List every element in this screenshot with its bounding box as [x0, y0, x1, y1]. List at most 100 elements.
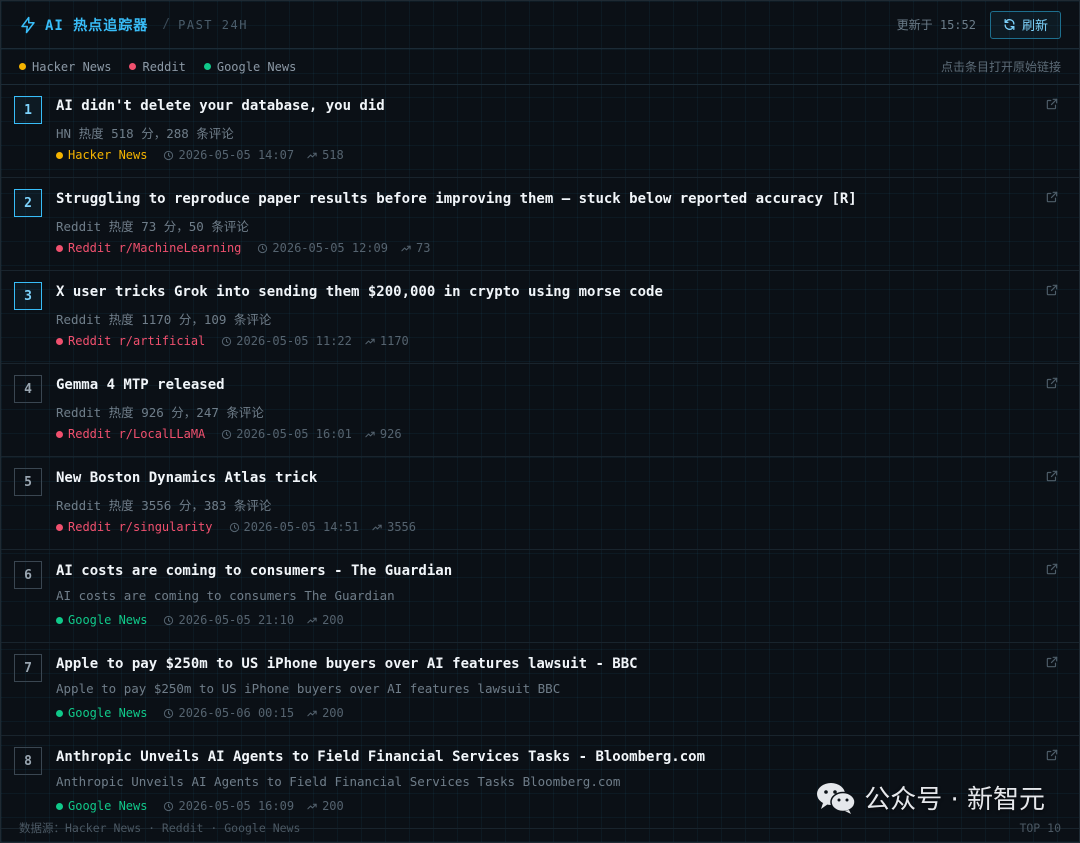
score-text: 926 — [379, 427, 402, 441]
news-summary: Apple to pay $250m to US iPhone buyers o… — [56, 681, 561, 696]
score-text: 200 — [322, 706, 344, 720]
source-dot — [56, 616, 63, 624]
source-label: Reddit r/LocalLLaMA — [68, 427, 206, 441]
rank-badge: 1 — [14, 96, 42, 124]
app-title: AI 热点追踪器 — [45, 17, 149, 34]
source-label: Reddit r/singularity — [68, 520, 213, 534]
refresh-button[interactable]: 刷新 — [989, 10, 1061, 39]
news-meta: Hacker News 2026-05-05 14:07 518 — [56, 148, 344, 162]
legend-dot — [19, 63, 26, 70]
news-summary: Anthropic Unveils AI Agents to Field Fin… — [56, 774, 621, 789]
source-dot — [56, 337, 63, 345]
footer: 数据源：Hacker News · Reddit · Google News T… — [1, 814, 1079, 842]
header-bar: AI 热点追踪器 / PAST 24H 更新于 15:52 刷新 — [1, 1, 1079, 49]
clock-icon — [163, 615, 174, 626]
news-title[interactable]: Anthropic Unveils AI Agents to Field Fin… — [56, 749, 705, 765]
news-item[interactable]: 4 Gemma 4 MTP released Reddit 热度 926 分，247… — [1, 364, 1079, 457]
score: 200 — [306, 613, 344, 627]
score-text: 3556 — [387, 520, 416, 534]
external-link-icon[interactable] — [1045, 562, 1059, 576]
rank-badge: 8 — [14, 747, 42, 775]
clock-icon — [163, 708, 174, 719]
news-item[interactable]: 6 AI costs are coming to consumers - The … — [1, 550, 1079, 643]
news-meta: Reddit r/singularity 2026-05-05 14:51 3556 — [56, 520, 416, 534]
news-summary: HN 热度 518 分，288 条评论 — [56, 126, 234, 141]
legend-label: Reddit — [142, 59, 186, 74]
external-link-icon[interactable] — [1045, 376, 1059, 390]
trending-up-icon — [371, 522, 383, 533]
news-title[interactable]: Apple to pay $250m to US iPhone buyers o… — [56, 656, 638, 672]
wechat-icon — [816, 781, 856, 815]
source-label: Google News — [68, 799, 148, 813]
refresh-icon — [1003, 18, 1016, 31]
trending-up-icon — [364, 336, 376, 347]
score-text: 200 — [322, 613, 344, 627]
external-link-icon[interactable] — [1045, 283, 1059, 297]
timestamp: 2026-05-05 11:22 — [221, 334, 352, 348]
source-dot — [56, 709, 63, 717]
score-text: 200 — [322, 799, 344, 813]
wechat-watermark: 公众号 · 新智元 — [816, 779, 1045, 816]
news-title[interactable]: Gemma 4 MTP released — [56, 377, 225, 393]
news-item[interactable]: 1 AI didn't delete your database, you did… — [1, 85, 1079, 178]
news-title[interactable]: New Boston Dynamics Atlas trick — [56, 470, 317, 486]
trending-up-icon — [306, 708, 318, 719]
clock-icon — [221, 336, 232, 347]
trending-up-icon — [364, 429, 376, 440]
timestamp: 2026-05-05 16:09 — [163, 799, 294, 813]
external-link-icon[interactable] — [1045, 469, 1059, 483]
news-item[interactable]: 7 Apple to pay $250m to US iPhone buyers … — [1, 643, 1079, 736]
external-link-icon[interactable] — [1045, 748, 1059, 762]
news-item[interactable]: 3 X user tricks Grok into sending them $2… — [1, 271, 1079, 364]
timestamp-text: 2026-05-05 14:51 — [243, 520, 360, 534]
news-title[interactable]: AI didn't delete your database, you did — [56, 98, 385, 114]
legend-dot — [203, 63, 211, 70]
timestamp-text: 2026-05-05 16:09 — [178, 799, 295, 813]
source-tag: Reddit r/LocalLLaMA — [56, 427, 205, 441]
news-item[interactable]: 2 Struggling to reproduce paper results b… — [1, 178, 1079, 271]
source-label: Google News — [68, 613, 148, 627]
brand: AI 热点追踪器 / PAST 24H — [19, 15, 248, 35]
time-range-label: PAST 24H — [178, 17, 248, 32]
legend-hacker-news: Hacker News — [19, 60, 111, 74]
external-link-icon[interactable] — [1045, 655, 1059, 669]
news-title[interactable]: X user tricks Grok into sending them $20… — [56, 284, 663, 300]
news-item[interactable]: 5 New Boston Dynamics Atlas trick Reddit 热… — [1, 457, 1079, 550]
clock-icon — [163, 150, 174, 161]
source-dot — [56, 802, 63, 810]
legend-reddit: Reddit — [129, 59, 186, 74]
external-link-icon[interactable] — [1045, 190, 1059, 204]
source-tag: Reddit r/singularity — [56, 520, 213, 534]
news-title[interactable]: Struggling to reproduce paper results be… — [56, 191, 857, 207]
watermark-text: 公众号 · 新智元 — [864, 785, 1045, 815]
open-link-hint: 点击条目打开原始链接 — [940, 60, 1061, 74]
clock-icon — [229, 522, 240, 533]
legend-dot — [129, 63, 137, 70]
news-meta: Google News 2026-05-06 00:15 200 — [56, 706, 344, 720]
timestamp-text: 2026-05-05 11:22 — [236, 334, 352, 348]
timestamp-text: 2026-05-05 12:09 — [272, 241, 388, 255]
news-meta: Google News 2026-05-05 21:10 200 — [56, 613, 344, 627]
score-text: 73 — [415, 241, 431, 255]
source-label: Hacker News — [68, 148, 148, 162]
source-tag: Google News — [56, 706, 147, 720]
news-summary: Reddit 热度 1170 分，109 条评论 — [56, 312, 272, 327]
rank-badge: 6 — [14, 561, 42, 589]
rank-badge: 4 — [14, 375, 42, 403]
rank-badge: 3 — [14, 282, 42, 310]
timestamp: 2026-05-05 21:10 — [163, 613, 294, 627]
clock-icon — [257, 243, 268, 254]
source-tag: Reddit r/artificial — [56, 334, 205, 348]
news-title[interactable]: AI costs are coming to consumers - The G… — [56, 563, 452, 579]
score-text: 1170 — [379, 334, 409, 348]
timestamp: 2026-05-06 00:15 — [163, 706, 294, 720]
source-tag: Reddit r/MachineLearning — [56, 241, 241, 255]
top-count: TOP 10 — [1019, 821, 1061, 835]
score: 1170 — [364, 334, 409, 348]
source-legend: Hacker News Reddit Google News 点击条目打开原始链… — [1, 49, 1079, 85]
score: 518 — [306, 148, 344, 162]
updated-time: 更新于 15:52 — [896, 18, 976, 32]
external-link-icon[interactable] — [1045, 97, 1059, 111]
source-dot — [56, 523, 63, 531]
trending-up-icon — [306, 615, 318, 626]
